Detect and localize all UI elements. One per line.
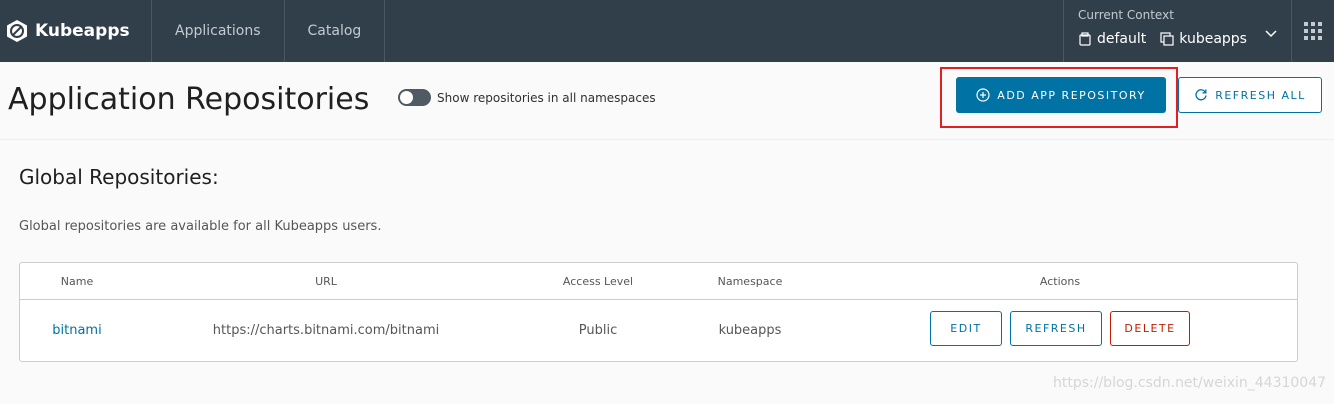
page-title: Application Repositories: [8, 82, 370, 117]
refresh-icon: [1195, 89, 1207, 101]
table-header: Name URL Access Level Namespace Actions: [20, 263, 1297, 300]
context-selector[interactable]: Current Context default kubeapps: [1063, 0, 1291, 62]
section-title: Global Repositories:: [19, 165, 219, 189]
edit-button[interactable]: EDIT: [930, 311, 1002, 346]
context-values: default kubeapps: [1078, 31, 1247, 47]
grid-icon: [1304, 22, 1322, 40]
main-content: Global Repositories: Global repositories…: [0, 141, 1334, 404]
watermark: https://blog.csdn.net/weixin_44310047: [1053, 375, 1327, 391]
repo-url: https://charts.bitnami.com/bitnami: [212, 323, 440, 338]
column-header-access-level: Access Level: [562, 275, 634, 288]
all-namespaces-toggle[interactable]: [398, 89, 431, 106]
namespace-icon: [1160, 32, 1174, 46]
add-app-repository-label: ADD APP REPOSITORY: [997, 88, 1146, 102]
context-label: Current Context: [1078, 8, 1174, 22]
namespace-name: kubeapps: [1179, 31, 1247, 47]
brand[interactable]: Kubeapps: [0, 0, 152, 62]
repo-access-level: Public: [578, 323, 618, 338]
toggle-knob: [400, 91, 413, 104]
column-header-name: Name: [60, 275, 94, 288]
repo-namespace: kubeapps: [718, 323, 782, 338]
section-description: Global repositories are available for al…: [19, 219, 382, 234]
column-header-actions: Actions: [1039, 275, 1081, 288]
chevron-down-icon: [1265, 30, 1277, 38]
plus-circle-icon: [976, 88, 990, 102]
top-navigation-bar: Kubeapps Applications Catalog Current Co…: [0, 0, 1334, 62]
repositories-table: Name URL Access Level Namespace Actions …: [19, 262, 1298, 362]
add-app-repository-button[interactable]: ADD APP REPOSITORY: [956, 77, 1166, 113]
cluster-icon: [1079, 32, 1091, 46]
page-header: Application Repositories Show repositori…: [0, 62, 1334, 140]
repo-name-link[interactable]: bitnami: [50, 323, 104, 338]
kubeapps-logo-icon: [7, 20, 27, 42]
brand-name: Kubeapps: [35, 21, 130, 41]
refresh-all-label: REFRESH ALL: [1215, 88, 1306, 102]
all-namespaces-toggle-label[interactable]: Show repositories in all namespaces: [437, 91, 656, 105]
app-switcher-button[interactable]: [1291, 0, 1334, 62]
refresh-all-button[interactable]: REFRESH ALL: [1178, 77, 1322, 113]
nav-applications[interactable]: Applications: [152, 0, 285, 62]
refresh-button[interactable]: REFRESH: [1010, 311, 1102, 346]
column-header-namespace: Namespace: [717, 275, 783, 288]
column-header-url: URL: [315, 275, 337, 288]
nav-catalog[interactable]: Catalog: [285, 0, 386, 62]
delete-button[interactable]: DELETE: [1110, 311, 1190, 346]
cluster-name: default: [1097, 31, 1147, 47]
